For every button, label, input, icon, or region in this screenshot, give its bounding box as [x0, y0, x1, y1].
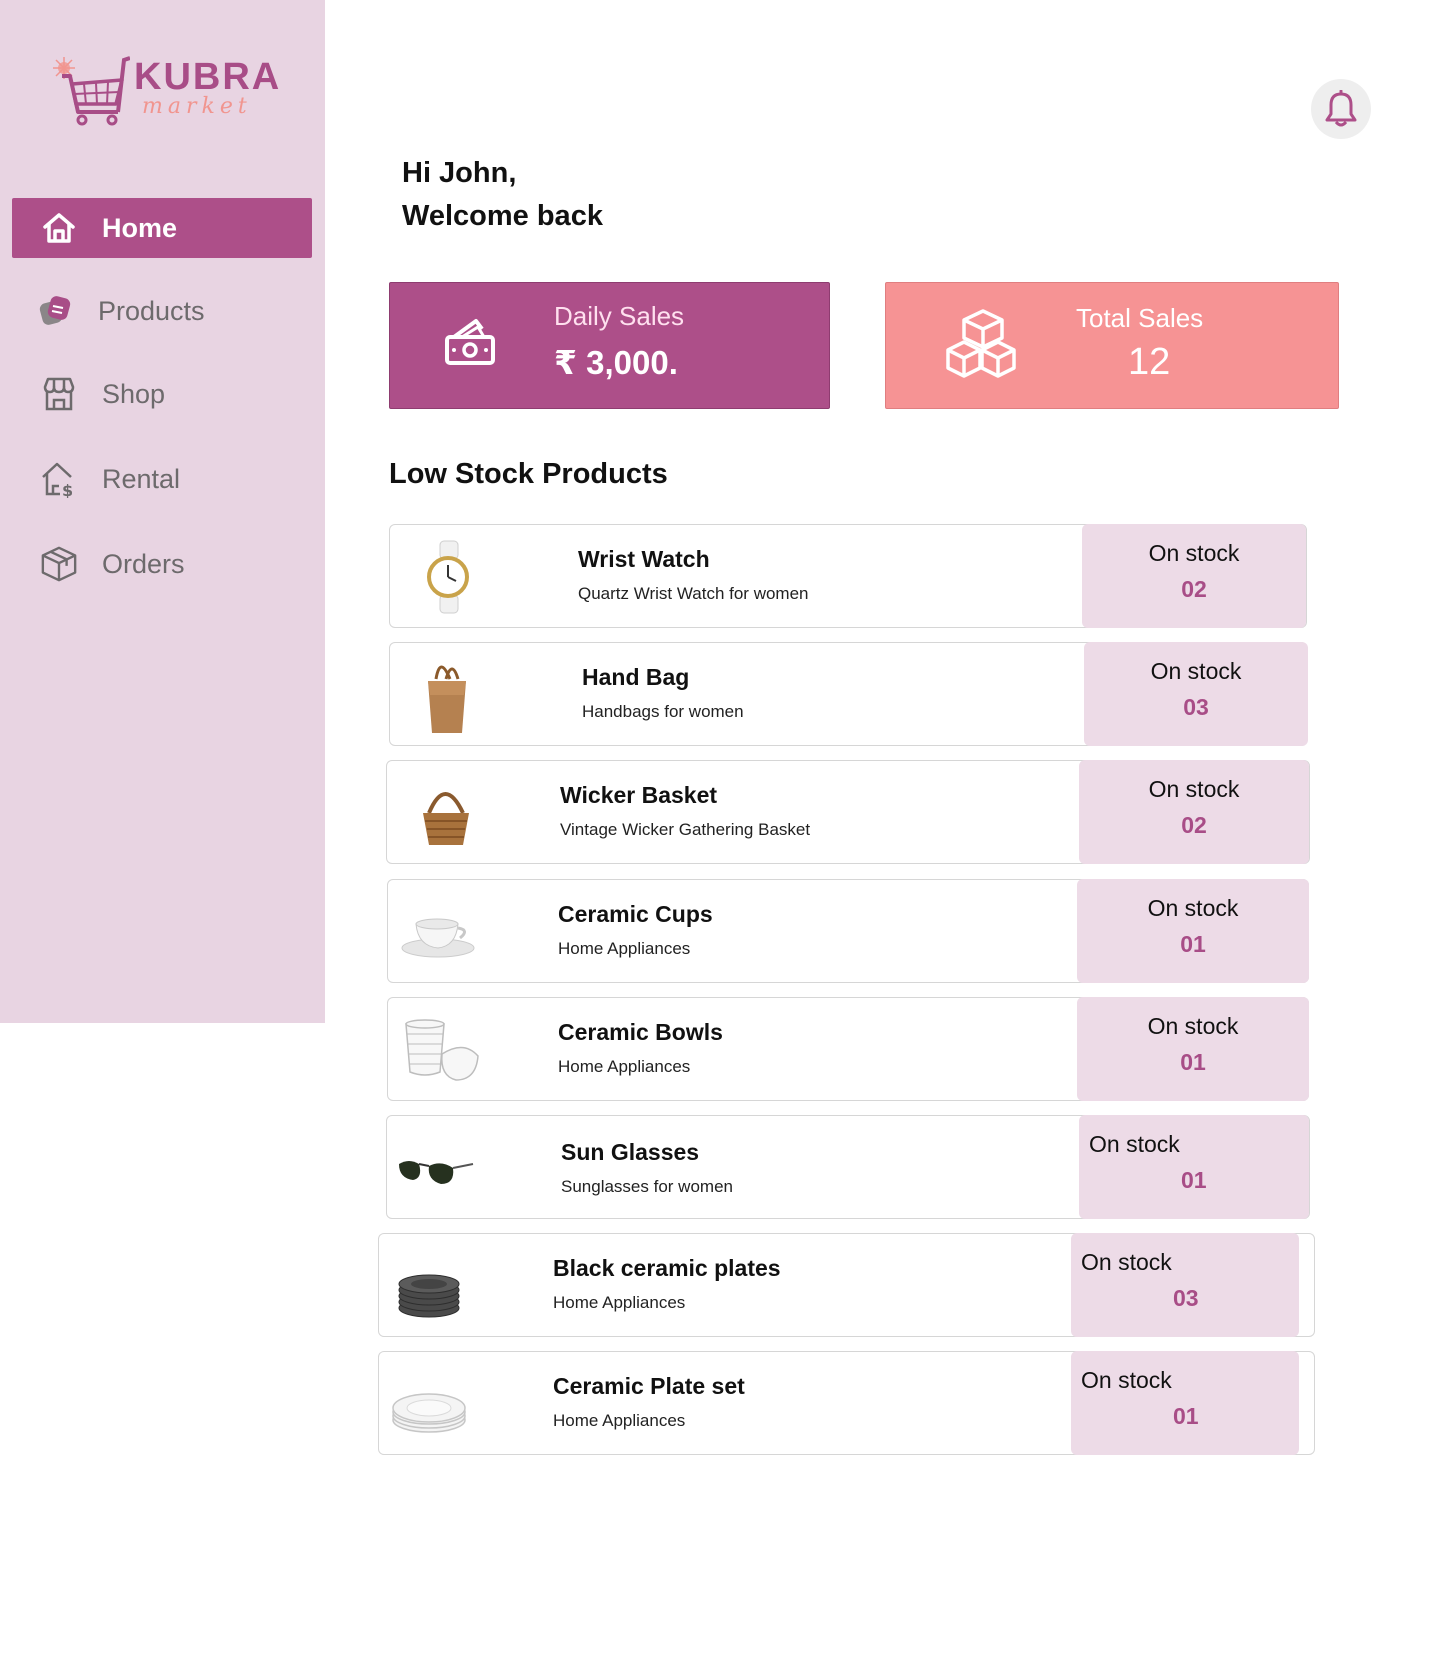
table-row[interactable]: Black ceramic plates Home Appliances On … [378, 1233, 1315, 1337]
shop-icon [40, 375, 78, 413]
sunglasses-image [399, 1161, 474, 1184]
cash-icon [445, 319, 495, 365]
daily-sales-card[interactable]: Daily Sales ₹ 3,000. [389, 282, 830, 409]
stock-value: 03 [1173, 1285, 1199, 1311]
product-desc: Home Appliances [558, 1057, 691, 1076]
sidebar-item-shop[interactable]: Shop [12, 364, 312, 424]
stock-label: On stock [1081, 1249, 1172, 1275]
table-row[interactable]: Wrist Watch Quartz Wrist Watch for women… [389, 524, 1307, 628]
sidebar-item-label: Orders [102, 548, 185, 579]
sidebar-item-label: Home [102, 212, 178, 243]
stock-label: On stock [1089, 1131, 1180, 1157]
stock-badge: On stock 03 [1084, 642, 1308, 746]
black-plates-image [398, 1274, 460, 1318]
sidebar-item-products[interactable]: Products [12, 281, 312, 341]
sidebar-item-label: Shop [102, 378, 166, 409]
product-name: Hand Bag [582, 664, 690, 690]
stock-badge: On stock 01 [1071, 1351, 1299, 1455]
total-sales-value: 12 [1128, 341, 1171, 383]
rental-icon: $ [40, 460, 78, 498]
daily-sales-value: ₹ 3,000. [554, 344, 678, 381]
greeting: Hi John, Welcome back [402, 152, 603, 238]
low-stock-title: Low Stock Products [389, 458, 668, 490]
stock-value: 01 [1180, 931, 1206, 957]
table-row[interactable]: Wicker Basket Vintage Wicker Gathering B… [386, 760, 1310, 864]
stock-value: 03 [1183, 694, 1209, 720]
sidebar-item-home[interactable]: Home [12, 198, 312, 258]
product-name: Ceramic Bowls [558, 1019, 723, 1045]
product-desc: Handbags for women [582, 702, 744, 721]
table-row[interactable]: Sun Glasses Sunglasses for women On stoc… [386, 1115, 1310, 1219]
table-row[interactable]: Ceramic Plate set Home Appliances On sto… [378, 1351, 1315, 1455]
stock-badge: On stock 02 [1082, 524, 1306, 628]
stock-label: On stock [1148, 776, 1240, 802]
product-name: Wicker Basket [560, 782, 718, 808]
stock-badge: On stock 01 [1077, 997, 1309, 1101]
hand-bag-image [428, 665, 466, 733]
home-icon [40, 209, 78, 247]
total-sales-label: Total Sales [1076, 303, 1204, 333]
product-name: Sun Glasses [561, 1139, 700, 1165]
sidebar: KUBRA market Home Products Shop $ Rental… [0, 0, 325, 1023]
total-sales-card[interactable]: Total Sales 12 [885, 282, 1339, 409]
product-desc: Sunglasses for women [561, 1177, 733, 1196]
table-row[interactable]: Ceramic Bowls Home Appliances On stock 0… [387, 997, 1309, 1101]
stock-label: On stock [1081, 1367, 1172, 1393]
stock-value: 01 [1173, 1403, 1199, 1429]
stock-value: 01 [1181, 1167, 1207, 1193]
bell-icon [1325, 90, 1357, 127]
products-icon [36, 292, 74, 330]
cart-logo-icon [53, 56, 130, 126]
ceramic-bowls-image [405, 1019, 479, 1081]
stock-badge: On stock 01 [1077, 879, 1309, 983]
product-desc: Vintage Wicker Gathering Basket [560, 820, 811, 839]
stock-label: On stock [1147, 895, 1239, 921]
table-row[interactable]: Hand Bag Handbags for women On stock 03 [389, 642, 1308, 746]
sidebar-item-rental[interactable]: $ Rental [12, 449, 312, 509]
greeting-line-1: Hi John, [402, 157, 517, 189]
sidebar-item-label: Rental [102, 463, 181, 494]
sidebar-item-orders[interactable]: Orders [12, 534, 312, 594]
product-desc: Home Appliances [558, 939, 691, 958]
notification-button[interactable] [1311, 79, 1371, 139]
product-name: Black ceramic plates [553, 1255, 781, 1281]
logo[interactable]: KUBRA market [52, 50, 282, 130]
stock-value: 02 [1181, 576, 1207, 602]
greeting-line-2: Welcome back [402, 200, 603, 232]
wrist-watch-image [427, 540, 469, 614]
stock-badge: On stock 01 [1079, 1115, 1309, 1219]
stock-value: 01 [1180, 1049, 1206, 1075]
product-name: Ceramic Plate set [553, 1373, 745, 1399]
wicker-basket-image [423, 792, 469, 845]
svg-text:$: $ [62, 481, 73, 498]
product-name: Ceramic Cups [558, 901, 713, 927]
boxes-icon [946, 309, 1016, 378]
brand-name: KUBRA [134, 56, 282, 98]
stock-value: 02 [1181, 812, 1207, 838]
brand-sub: market [142, 94, 252, 119]
white-plates-image [392, 1393, 466, 1433]
product-desc: Home Appliances [553, 1293, 686, 1312]
stock-label: On stock [1150, 658, 1242, 684]
product-name: Wrist Watch [578, 546, 710, 572]
orders-icon [40, 545, 78, 583]
stock-badge: On stock 03 [1071, 1233, 1299, 1337]
stock-label: On stock [1148, 540, 1240, 566]
sidebar-item-label: Products [98, 295, 205, 326]
product-desc: Quartz Wrist Watch for women [578, 584, 809, 603]
table-row[interactable]: Ceramic Cups Home Appliances On stock 01 [387, 879, 1309, 983]
daily-sales-label: Daily Sales [554, 301, 685, 331]
product-desc: Home Appliances [553, 1411, 686, 1430]
stock-label: On stock [1147, 1013, 1239, 1039]
stock-badge: On stock 02 [1079, 760, 1309, 864]
ceramic-cup-image [401, 918, 475, 958]
